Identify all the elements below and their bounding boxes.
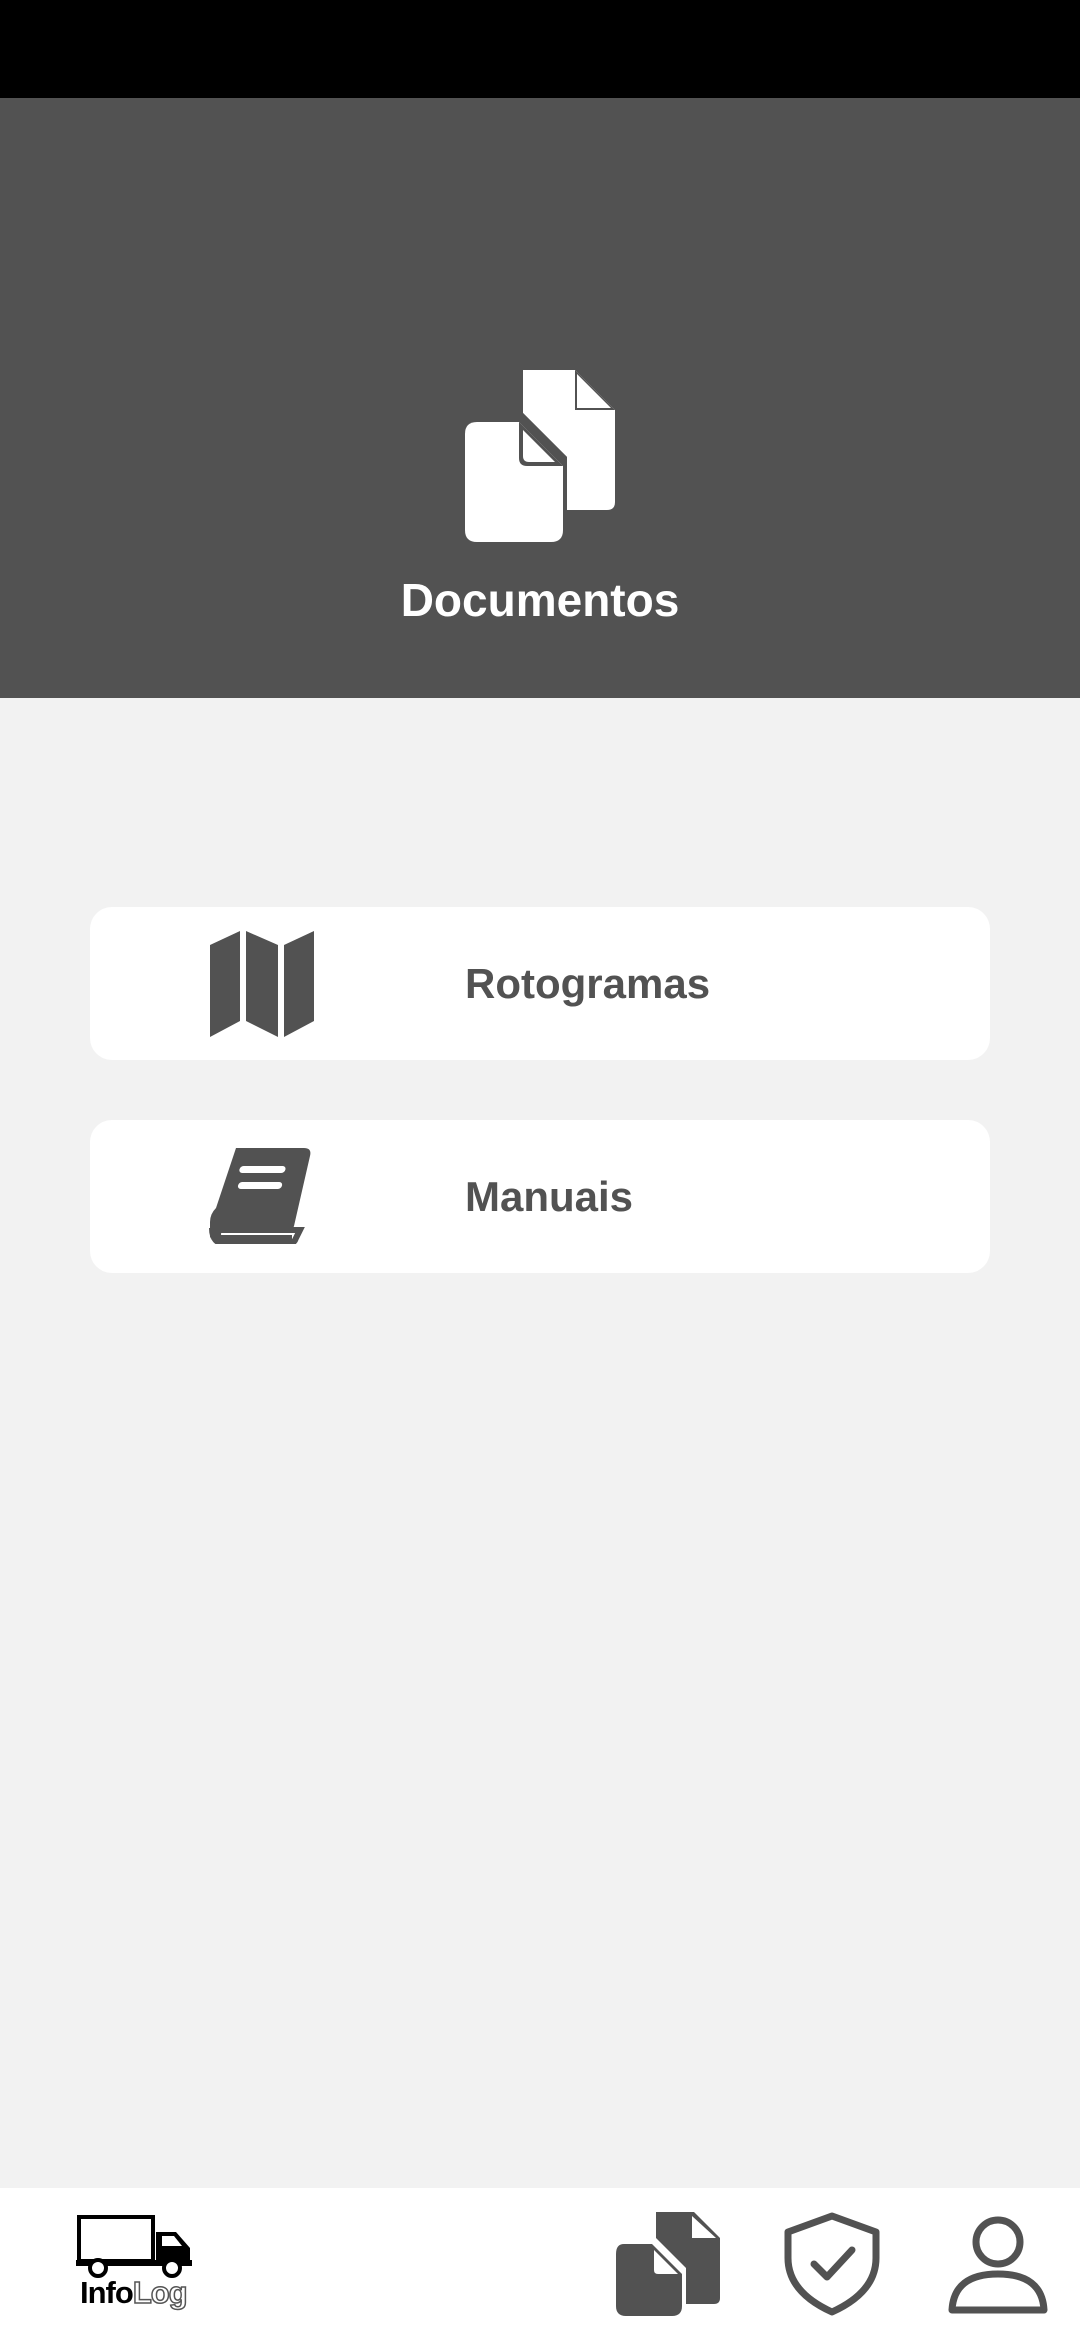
documents-icon [616, 2212, 720, 2316]
nav-security-button[interactable] [780, 2212, 884, 2316]
rotogramas-label: Rotogramas [465, 960, 711, 1007]
manuais-button[interactable]: Manuais [90, 1120, 990, 1273]
status-bar [0, 0, 1080, 98]
map-icon [208, 931, 316, 1037]
documents-icon [459, 370, 615, 550]
page-title: Documentos [400, 574, 680, 626]
bottom-navigation: InfoLog [0, 2188, 1080, 2340]
page-header: Documentos [0, 98, 1080, 698]
book-icon [208, 1144, 316, 1250]
infolog-logo[interactable]: InfoLog [76, 2214, 196, 2314]
rotogramas-button[interactable]: Rotogramas [90, 907, 990, 1060]
nav-profile-button[interactable] [946, 2212, 1050, 2316]
shield-check-icon [784, 2212, 880, 2316]
truck-icon [76, 2214, 194, 2278]
nav-documents-button[interactable] [616, 2212, 720, 2316]
logo-wordmark: InfoLog [80, 2275, 188, 2311]
manuais-label: Manuais [465, 1173, 634, 1220]
user-icon [948, 2216, 1048, 2314]
